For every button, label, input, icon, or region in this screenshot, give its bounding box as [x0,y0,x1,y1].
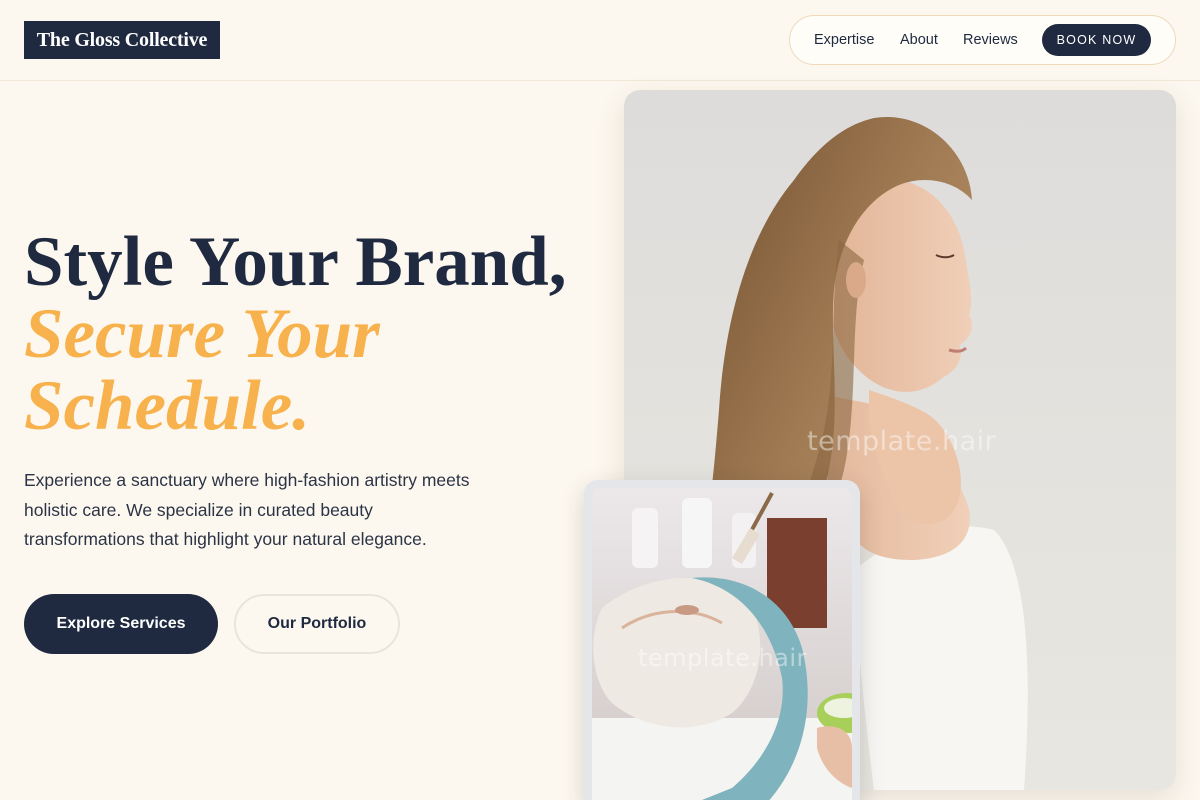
headline-line-3: Schedule. [24,367,310,445]
headline-line-1: Style Your Brand, [24,223,567,301]
nav-link-expertise[interactable]: Expertise [814,16,874,64]
inset-photo-frame: template.hair [584,480,860,800]
nav-link-reviews[interactable]: Reviews [963,16,1018,64]
hero-description: Experience a sanctuary where high-fashio… [24,470,470,549]
nav-link-about[interactable]: About [900,16,938,64]
main-nav: Expertise About Reviews BOOK NOW [789,15,1176,65]
book-now-button[interactable]: BOOK NOW [1042,24,1151,56]
hero-headline: Style Your Brand, Secure Your Schedule. [24,226,584,442]
inset-photo-facial-treatment: template.hair [592,488,852,800]
brand-logo[interactable]: The Gloss Collective [24,21,220,59]
inset-photo-watermark: template.hair [638,644,807,672]
our-portfolio-button[interactable]: Our Portfolio [234,594,400,654]
explore-services-button[interactable]: Explore Services [24,594,218,654]
site-header: The Gloss Collective Expertise About Rev… [0,0,1200,81]
headline-line-2: Secure Your [24,295,380,373]
main-photo-watermark: template.hair [807,426,997,457]
